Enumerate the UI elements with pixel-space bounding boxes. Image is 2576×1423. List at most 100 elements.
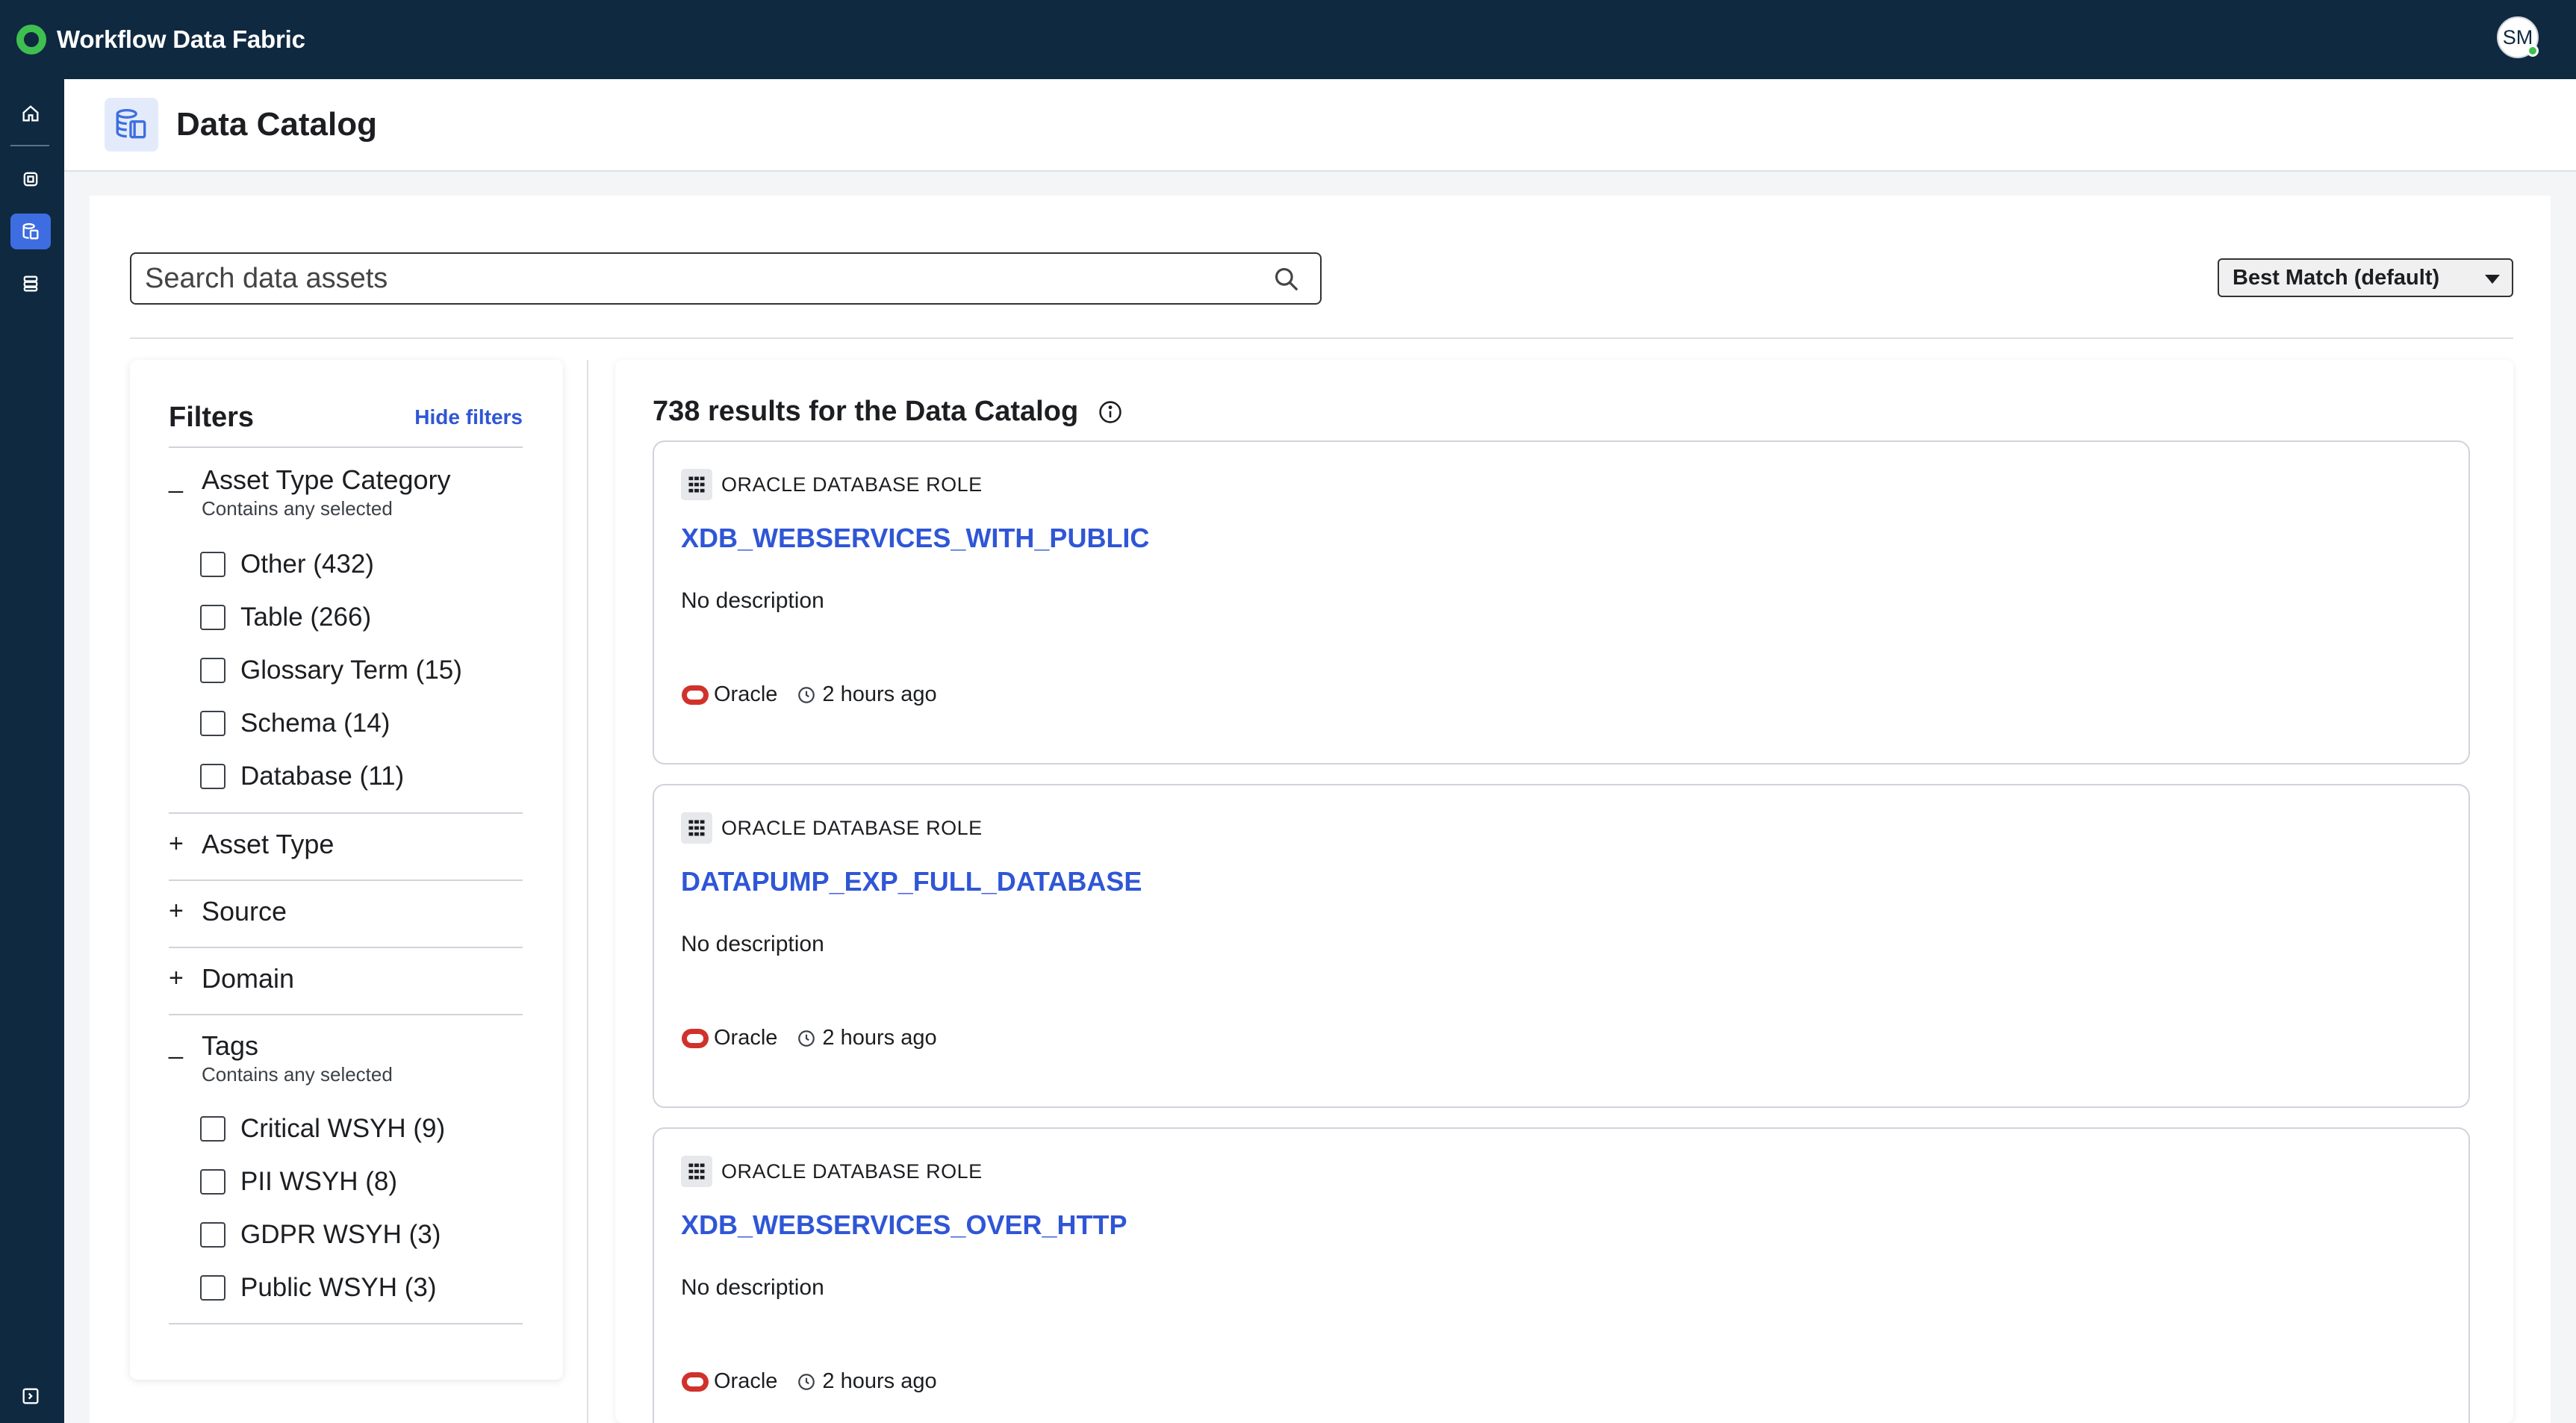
sort-selected-value: Best Match (default) <box>2233 265 2440 290</box>
filter-option-label: Schema (14) <box>240 709 391 738</box>
filter-group-subtitle: Contains any selected <box>202 497 393 520</box>
filter-group-title[interactable]: Asset Type Category <box>202 464 451 496</box>
asset-type-label: ORACLE DATABASE ROLE <box>721 473 983 496</box>
search-input[interactable] <box>145 262 1250 295</box>
database-role-icon <box>681 1156 712 1187</box>
hide-filters-link[interactable]: Hide filters <box>414 405 523 429</box>
online-status-icon <box>2527 45 2539 57</box>
filter-option-database[interactable]: Database (11) <box>200 760 404 793</box>
chip-icon[interactable] <box>10 161 51 197</box>
filter-group-tags: _ Tags Contains any selected Critical WS… <box>169 1030 523 1307</box>
filter-group-title[interactable]: Tags <box>202 1030 258 1062</box>
filter-option-label: Critical WSYH (9) <box>240 1114 446 1143</box>
rail-divider <box>10 145 49 146</box>
filter-option-pii-wsyh[interactable]: PII WSYH (8) <box>200 1165 397 1198</box>
asset-description: No description <box>681 588 824 613</box>
result-card[interactable]: ORACLE DATABASE ROLE DATAPUMP_EXP_FULL_D… <box>653 784 2470 1108</box>
expand-toggle-icon[interactable]: + <box>169 829 191 859</box>
filters-divider <box>169 947 523 948</box>
asset-type-label: ORACLE DATABASE ROLE <box>721 816 983 839</box>
caret-down-icon <box>2485 275 2500 284</box>
asset-description: No description <box>681 1275 824 1300</box>
checkbox[interactable] <box>200 1275 225 1301</box>
asset-updated: 2 hours ago <box>822 1369 937 1393</box>
filter-option-label: PII WSYH (8) <box>240 1167 398 1196</box>
filter-group-domain[interactable]: + Domain <box>169 963 523 996</box>
filter-option-schema[interactable]: Schema (14) <box>200 707 390 740</box>
filters-divider <box>169 1323 523 1324</box>
result-card[interactable]: ORACLE DATABASE ROLE XDB_WEBSERVICES_OVE… <box>653 1127 2470 1423</box>
asset-source: Oracle <box>714 682 778 706</box>
checkbox[interactable] <box>200 658 225 683</box>
asset-name-link[interactable]: XDB_WEBSERVICES_WITH_PUBLIC <box>681 523 1149 554</box>
collapse-toggle-icon[interactable]: _ <box>169 1030 191 1060</box>
checkbox[interactable] <box>200 552 225 577</box>
checkbox[interactable] <box>200 1169 225 1195</box>
filter-group-subtitle: Contains any selected <box>202 1063 393 1086</box>
search-icon[interactable] <box>1272 265 1301 293</box>
asset-meta: Oracle 2 hours ago <box>681 1026 937 1050</box>
filter-group-asset-type[interactable]: + Asset Type <box>169 829 523 862</box>
user-avatar[interactable]: SM <box>2497 16 2539 58</box>
checkbox[interactable] <box>200 764 225 789</box>
database-icon[interactable] <box>10 266 51 302</box>
filter-group-title[interactable]: Source <box>202 896 287 927</box>
filter-option-label: Glossary Term (15) <box>240 656 462 685</box>
filter-option-public-wsyh[interactable]: Public WSYH (3) <box>200 1271 437 1304</box>
checkbox[interactable] <box>200 1222 225 1248</box>
result-card[interactable]: ORACLE DATABASE ROLE XDB_WEBSERVICES_WIT… <box>653 440 2470 765</box>
asset-name-link[interactable]: DATAPUMP_EXP_FULL_DATABASE <box>681 866 1142 897</box>
filters-divider <box>169 879 523 881</box>
panel-divider <box>587 360 588 1423</box>
sort-select[interactable]: Best Match (default) <box>2218 258 2513 297</box>
checkbox[interactable] <box>200 605 225 630</box>
search-box <box>130 252 1322 305</box>
filter-group-title[interactable]: Asset Type <box>202 829 334 860</box>
info-icon[interactable] <box>1098 399 1123 425</box>
filter-option-glossary-term[interactable]: Glossary Term (15) <box>200 654 462 687</box>
data-catalog-icon <box>105 98 158 152</box>
search-divider <box>130 337 2513 339</box>
filter-option-table[interactable]: Table (266) <box>200 601 371 634</box>
oracle-icon <box>682 1028 709 1048</box>
results-header: 738 results for the Data Catalog <box>653 396 1123 428</box>
filter-group-source[interactable]: + Source <box>169 896 523 929</box>
filter-option-label: Database (11) <box>240 762 405 791</box>
data-catalog-icon[interactable] <box>10 214 51 249</box>
filters-header: Filters Hide filters <box>169 399 523 436</box>
oracle-icon <box>682 1371 709 1392</box>
asset-type-label: ORACLE DATABASE ROLE <box>721 1159 983 1183</box>
filters-title: Filters <box>169 401 255 433</box>
asset-meta: Oracle 2 hours ago <box>681 1369 937 1394</box>
clock-icon <box>798 1373 815 1390</box>
collapse-icon[interactable] <box>10 1378 51 1414</box>
database-role-icon <box>681 812 712 844</box>
filter-option-gdpr-wsyh[interactable]: GDPR WSYH (3) <box>200 1218 441 1251</box>
clock-icon <box>798 686 815 703</box>
home-icon[interactable] <box>10 96 51 131</box>
filters-panel: Filters Hide filters _ Asset Type Catego… <box>130 360 563 1380</box>
filter-option-label: Other (432) <box>240 549 374 579</box>
clock-icon <box>798 1030 815 1047</box>
asset-meta: Oracle 2 hours ago <box>681 682 937 707</box>
results-panel: 738 results for the Data Catalog ORACLE … <box>615 360 2513 1423</box>
checkbox[interactable] <box>200 711 225 736</box>
filter-group-title[interactable]: Domain <box>202 963 294 994</box>
expand-toggle-icon[interactable]: + <box>169 963 191 993</box>
brand[interactable]: Workflow Data Fabric <box>16 25 305 55</box>
oracle-icon <box>682 685 709 705</box>
asset-name-link[interactable]: XDB_WEBSERVICES_OVER_HTTP <box>681 1209 1127 1241</box>
expand-toggle-icon[interactable]: + <box>169 896 191 926</box>
filters-divider <box>169 446 523 448</box>
checkbox[interactable] <box>200 1116 225 1142</box>
top-bar: Workflow Data Fabric SM <box>0 0 2576 79</box>
asset-updated: 2 hours ago <box>822 682 937 706</box>
filters-divider <box>169 812 523 814</box>
asset-type: ORACLE DATABASE ROLE <box>681 812 983 844</box>
filter-group-asset-type-category: _ Asset Type Category Contains any selec… <box>169 464 523 793</box>
filter-option-other[interactable]: Other (432) <box>200 548 374 581</box>
filter-option-label: GDPR WSYH (3) <box>240 1220 441 1249</box>
collapse-toggle-icon[interactable]: _ <box>169 464 191 494</box>
filter-option-critical-wsyh[interactable]: Critical WSYH (9) <box>200 1112 445 1145</box>
page-title: Data Catalog <box>176 106 377 143</box>
